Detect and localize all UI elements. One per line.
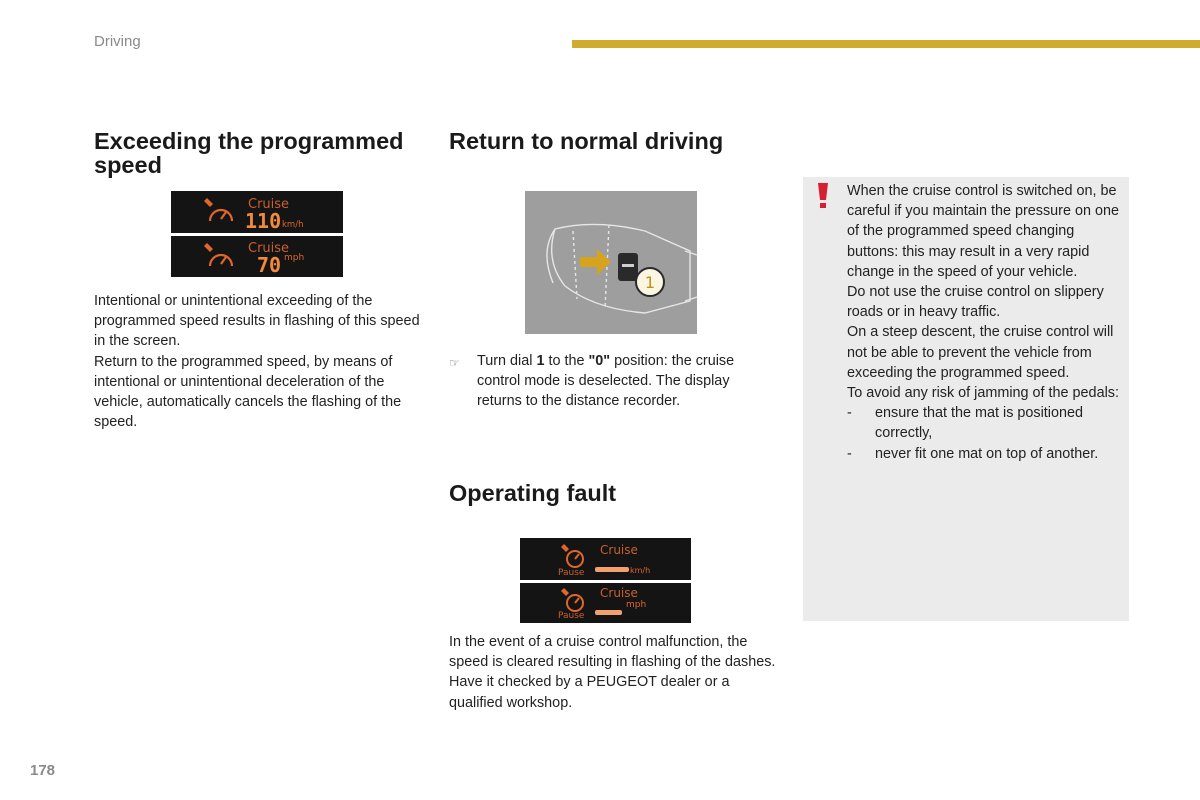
paragraph: Have it checked by a PEUGEOT dealer or a… <box>449 674 730 711</box>
exclamation-icon <box>818 183 828 208</box>
callout-number: 1 <box>645 273 655 292</box>
heading-exceeding-speed: Exceeding the programmed speed <box>94 128 404 178</box>
paragraph: In the event of a cruise control malfunc… <box>449 634 776 671</box>
display-mode: Cruise <box>600 543 638 557</box>
stalk-illustration: 1 <box>525 191 698 334</box>
paragraph: On a steep descent, the cruise control w… <box>847 324 1114 381</box>
display-unit: km/h <box>282 220 303 230</box>
display-unit: mph <box>626 600 646 610</box>
speedometer-icon: Cruise 110 km/h <box>204 197 303 233</box>
display-status: Pause <box>558 611 585 621</box>
display-speed: 110 <box>245 209 281 233</box>
display-unit: km/h <box>630 566 650 575</box>
display-mode: Cruise <box>600 586 638 600</box>
speedometer-icon <box>566 594 584 612</box>
fault-display-mph: Cruise Pause mph <box>520 583 691 623</box>
instruction-item: ☞ Turn dial 1 to the "0" position: the c… <box>449 351 769 412</box>
list-item: - never fit one mat on top of another. <box>847 445 1099 462</box>
cruise-display-mph: Cruise 70 mph <box>171 236 343 277</box>
heading-return-normal: Return to normal driving <box>449 128 724 154</box>
paragraph: Do not use the cruise control on slipper… <box>847 284 1104 321</box>
paragraph: Return to the programmed speed, by means… <box>94 353 402 431</box>
list-item: - ensure that the mat is positioned corr… <box>847 405 1083 442</box>
cruise-display-kmh: Cruise 110 km/h <box>171 191 343 233</box>
arrow-icon <box>580 249 611 275</box>
section-label: Driving <box>94 33 141 50</box>
speedometer-icon <box>566 550 584 568</box>
display-unit: mph <box>284 253 304 263</box>
paragraph: To avoid any risk of jamming of the peda… <box>847 385 1119 402</box>
operating-fault-text: In the event of a cruise control malfunc… <box>449 632 779 713</box>
display-status: Pause <box>558 568 585 578</box>
position-ref: "0" <box>588 353 611 369</box>
page-number: 178 <box>30 762 56 779</box>
exceeding-speed-text: Intentional or unintentional exceeding o… <box>94 291 424 432</box>
fault-display-kmh: Cruise Pause km/h <box>520 538 691 580</box>
paragraph: When the cruise control is switched on, … <box>847 183 1119 280</box>
heading-operating-fault: Operating fault <box>449 480 617 506</box>
speed-dashes <box>595 567 629 572</box>
speedometer-icon: Cruise 70 mph <box>204 241 304 277</box>
paragraph: Intentional or unintentional exceeding o… <box>94 293 420 350</box>
warning-text: When the cruise control is switched on, … <box>847 181 1127 464</box>
pointing-hand-icon: ☞ <box>449 356 460 370</box>
display-speed: 70 <box>257 253 281 277</box>
header-accent-bar <box>572 40 1200 48</box>
speed-dashes <box>595 610 622 615</box>
